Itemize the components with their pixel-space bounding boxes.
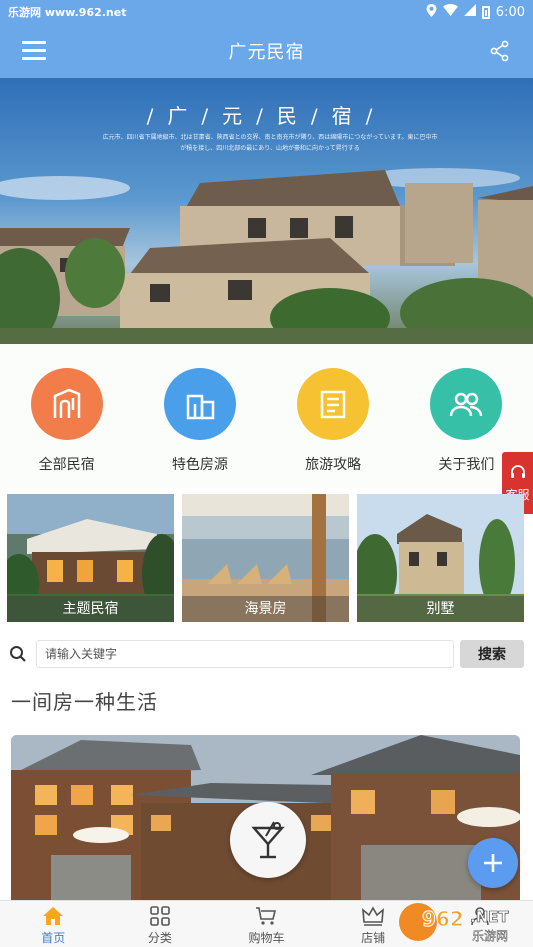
hero-title: /广/元/民/宿/ [146, 104, 387, 128]
cart-icon [256, 907, 277, 925]
site-watermark-logo: 962 .NET 乐游网 [398, 898, 528, 944]
nav-home[interactable]: 首页 [0, 901, 107, 947]
category-travel-guides[interactable]: 旅游攻略 [267, 344, 400, 488]
status-bar: 乐游网 www.962.net 6:00 [0, 0, 533, 24]
hero-banner[interactable]: /广/元/民/宿/ 広元市、四川省下属地級市、北は甘粛省、陝西省との交界、南と南… [0, 78, 533, 344]
type-card-theme-homestay[interactable]: 主题民宿 [7, 494, 174, 622]
grid-icon [150, 906, 170, 926]
share-icon [490, 40, 509, 62]
category-featured-listings[interactable]: 特色房源 [133, 344, 266, 488]
room-type-row: 主题民宿 海景房 别墅 [0, 494, 533, 624]
wifi-icon [442, 4, 458, 20]
svg-text:962: 962 [422, 907, 464, 931]
nav-label: 购物车 [248, 931, 285, 945]
category-row: 全部民宿 特色房源 旅游攻略 关于我们 [0, 344, 533, 488]
category-label: 特色房源 [171, 457, 228, 473]
page-title: 广元民宿 [228, 42, 305, 63]
status-carrier-text: 乐游网 www.962.net [8, 6, 127, 19]
search-button[interactable]: 搜索 [460, 640, 524, 668]
location-icon [426, 3, 437, 21]
battery-icon [481, 5, 490, 19]
search-icon [10, 646, 26, 662]
share-button[interactable] [489, 40, 511, 62]
signal-icon [463, 4, 476, 20]
search-input[interactable] [36, 640, 454, 668]
type-card-sea-view[interactable]: 海景房 [182, 494, 349, 622]
svg-text:.NET: .NET [470, 908, 509, 926]
menu-icon [22, 41, 46, 44]
type-card-villa[interactable]: 别墅 [357, 494, 524, 622]
document-icon [297, 368, 370, 440]
search-bar: 搜索 [0, 636, 533, 672]
menu-button[interactable] [22, 41, 46, 61]
category-label: 关于我们 [438, 457, 495, 473]
type-label: 别墅 [357, 596, 524, 622]
nav-label: 店铺 [361, 931, 386, 945]
hero-subtitle: 広元市、四川省下属地級市、北は甘粛省、陝西省との交界、南と南充市が隣り、西は綿陽… [102, 134, 438, 152]
nav-label: 分类 [147, 931, 172, 945]
svg-text:乐游网: 乐游网 [472, 929, 508, 943]
crown-icon [362, 906, 385, 926]
status-icons: 6:00 [426, 3, 525, 21]
building-arch-icon [30, 368, 103, 440]
category-label: 全部民宿 [38, 457, 95, 473]
type-label: 海景房 [182, 596, 349, 622]
nav-categories[interactable]: 分类 [107, 901, 214, 947]
plus-icon [484, 854, 502, 872]
section-title: 一间房一种生活 [11, 690, 158, 714]
status-time: 6:00 [495, 4, 525, 20]
app-bar: 广元民宿 [0, 24, 533, 78]
add-button[interactable] [468, 838, 518, 888]
cocktail-icon [251, 821, 285, 859]
category-all-homestays[interactable]: 全部民宿 [0, 344, 133, 488]
headset-icon [510, 464, 525, 478]
nav-cart[interactable]: 购物车 [213, 901, 320, 947]
buildings-icon [163, 368, 236, 440]
type-label: 主题民宿 [7, 596, 174, 622]
category-label: 旅游攻略 [305, 457, 362, 473]
home-icon [43, 907, 64, 925]
cocktail-button[interactable] [230, 802, 306, 878]
group-icon [430, 368, 503, 440]
nav-label: 首页 [41, 931, 66, 945]
